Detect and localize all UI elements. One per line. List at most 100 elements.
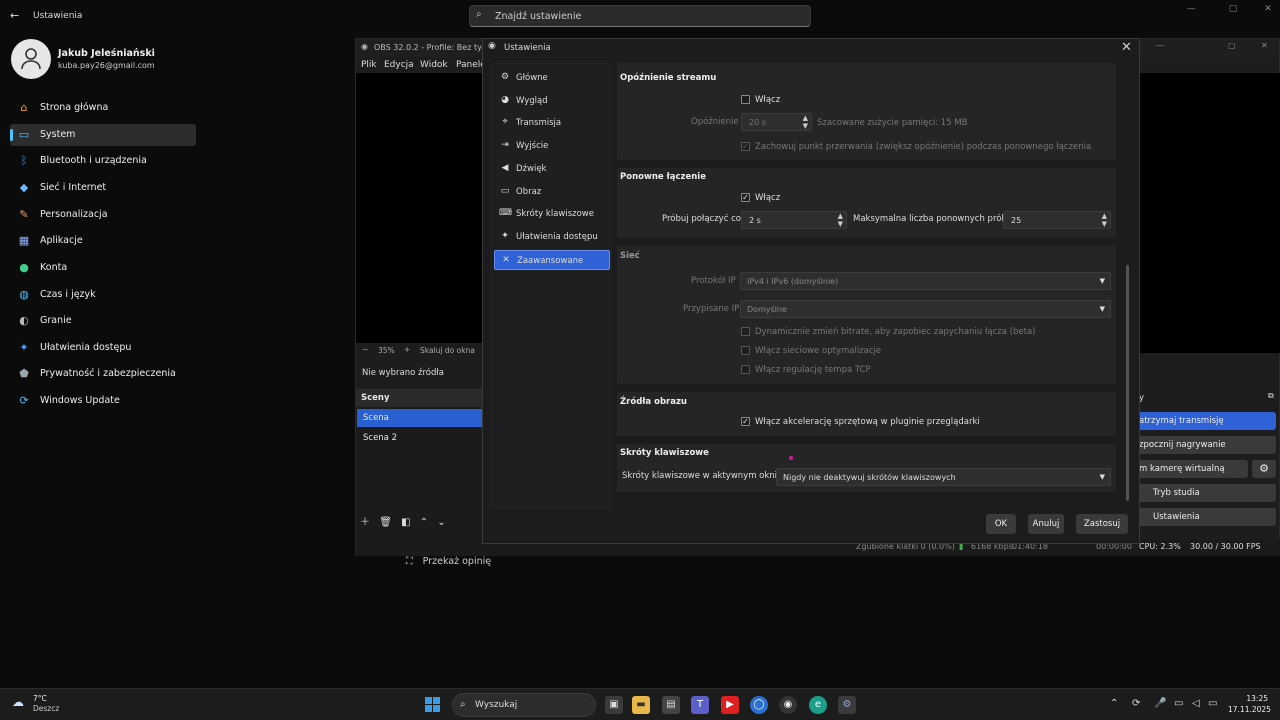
spin-arrows-icon[interactable]: ▲ ▼ bbox=[838, 212, 843, 228]
move-down-icon[interactable]: ⌄ bbox=[437, 517, 445, 528]
tcp-pacing-checkbox[interactable] bbox=[741, 365, 750, 374]
browser-icon[interactable]: ◯ bbox=[750, 696, 768, 714]
network-optimizations-checkbox[interactable] bbox=[741, 346, 750, 355]
scene-filter-icon[interactable]: ◧ bbox=[401, 517, 410, 528]
delay-spinbox[interactable]: 20 s ▲ ▼ bbox=[741, 113, 812, 131]
stream-delay-checkbox[interactable] bbox=[741, 95, 750, 104]
apply-button[interactable]: Zastosuj bbox=[1076, 514, 1128, 534]
volume-icon[interactable]: ◁ bbox=[1192, 698, 1200, 709]
minimize-icon[interactable]: — bbox=[1181, 4, 1201, 18]
virtual-camera-label: m kamerę wirtualną bbox=[1139, 464, 1225, 474]
sidebar-item-czas-i-język[interactable]: ◍ Czas i język bbox=[10, 284, 196, 306]
obs-maximize-icon[interactable]: ▢ bbox=[1228, 41, 1236, 50]
start-button[interactable] bbox=[425, 697, 441, 713]
zoom-in-button[interactable]: + bbox=[404, 345, 410, 354]
monitor-icon: ▭ bbox=[18, 128, 30, 141]
sidebar-item-granie[interactable]: ◐ Granie bbox=[10, 310, 196, 332]
feedback-link[interactable]: ⛶ Przekaż opinię bbox=[406, 556, 491, 567]
scene-label: Scena bbox=[363, 413, 389, 423]
feedback-label: Przekaż opinię bbox=[422, 556, 492, 567]
stop-streaming-button[interactable]: atrzymaj transmisję bbox=[1138, 412, 1276, 430]
spin-arrows-icon[interactable]: ▲ ▼ bbox=[1102, 212, 1107, 228]
sidebar-item-ułatwienia-dostępu[interactable]: ✦ Ułatwienia dostępu bbox=[10, 337, 196, 359]
settings-content: Opóźnienie streamu Włącz Opóźnienie 20 s… bbox=[617, 63, 1125, 509]
scene-item[interactable]: Scena bbox=[357, 409, 484, 427]
start-recording-button[interactable]: zpocznij nagrywanie bbox=[1138, 436, 1276, 454]
settings-tab-5[interactable]: ▭ Obraz bbox=[494, 182, 610, 202]
settings-tab-8[interactable]: ✕ Zaawansowane bbox=[494, 249, 610, 270]
menu-edycja[interactable]: Edycja bbox=[384, 60, 414, 70]
settings-app-icon[interactable]: ⚙ bbox=[838, 696, 856, 714]
file-explorer-icon[interactable]: ▬ bbox=[632, 696, 650, 714]
clock-time[interactable]: 13:25 bbox=[1228, 694, 1268, 703]
sidebar-item-aplikacje[interactable]: ▦ Aplikacje bbox=[10, 230, 196, 252]
dynamic-bitrate-checkbox[interactable] bbox=[741, 327, 750, 336]
sidebar-item-konta[interactable]: ● Konta bbox=[10, 257, 196, 279]
network-icon[interactable]: ▭ bbox=[1174, 698, 1183, 709]
hw-accel-checkbox[interactable]: ✓ bbox=[741, 417, 750, 426]
sidebar-item-strona-główna[interactable]: ⌂ Strona główna bbox=[10, 97, 196, 119]
hotkeys-focus-select[interactable]: Nigdy nie deaktywuj skrótów klawiszowych… bbox=[776, 468, 1111, 486]
weather-rain-icon[interactable]: ☁ bbox=[12, 695, 24, 709]
delete-scene-icon[interactable]: 🗑 bbox=[379, 517, 392, 528]
youtube-icon[interactable]: ▶ bbox=[721, 696, 739, 714]
taskbar-search[interactable]: ⌕ Wyszukaj bbox=[452, 693, 596, 717]
settings-search-input[interactable]: ⌕ Znajdź ustawienie bbox=[469, 5, 811, 27]
zoom-fit-button[interactable]: Skaluj do okna bbox=[420, 346, 475, 355]
sidebar-item-label: Sieć i Internet bbox=[40, 182, 107, 193]
avatar[interactable] bbox=[11, 39, 51, 79]
sidebar-item-windows-update[interactable]: ⟳ Windows Update bbox=[10, 390, 196, 412]
obs-minimize-icon[interactable]: — bbox=[1156, 41, 1164, 50]
task-view-icon[interactable]: ▣ bbox=[605, 696, 623, 714]
sidebar-item-system[interactable]: ▭ System bbox=[10, 124, 196, 146]
menu-plik[interactable]: Plik bbox=[361, 60, 377, 70]
virtual-camera-button[interactable]: m kamerę wirtualną bbox=[1138, 460, 1248, 478]
zoom-out-button[interactable]: − bbox=[362, 345, 368, 354]
close-icon[interactable]: ✕ bbox=[1258, 4, 1278, 18]
tray-chevron-icon[interactable]: ⌃ bbox=[1110, 698, 1118, 709]
obs-taskbar-icon[interactable]: ◉ bbox=[779, 696, 797, 714]
clock-date[interactable]: 17.11.2025 bbox=[1228, 705, 1271, 714]
preview-canvas[interactable] bbox=[356, 73, 484, 343]
retry-delay-spinbox[interactable]: 2 s ▲ ▼ bbox=[741, 211, 847, 229]
sidebar-item-prywatność-i-zabezpieczenia[interactable]: ⬟ Prywatność i zabezpieczenia bbox=[10, 363, 196, 385]
settings-tab-6[interactable]: ⌨ Skróty klawiszowe bbox=[494, 204, 610, 224]
store-icon[interactable]: ▤ bbox=[662, 696, 680, 714]
move-up-icon[interactable]: ⌃ bbox=[420, 517, 428, 528]
scrollbar[interactable] bbox=[1126, 265, 1129, 501]
spin-arrows-icon[interactable]: ▲ ▼ bbox=[803, 114, 808, 130]
settings-tab-1[interactable]: ◕ Wygląd bbox=[494, 91, 610, 111]
add-scene-icon[interactable]: ＋ bbox=[360, 517, 370, 528]
battery-icon[interactable]: ▭ bbox=[1208, 698, 1217, 709]
virtual-camera-gear-icon[interactable]: ⚙ bbox=[1252, 460, 1276, 478]
max-retries-spinbox[interactable]: 25 ▲ ▼ bbox=[1003, 211, 1111, 229]
settings-tab-4[interactable]: ◀ Dźwięk bbox=[494, 159, 610, 179]
settings-tab-2[interactable]: ⌖ Transmisja bbox=[494, 113, 610, 133]
cancel-button[interactable]: Anuluj bbox=[1028, 514, 1064, 534]
ip-family-select[interactable]: IPv4 i IPv6 (domyślnie) ▼ bbox=[740, 272, 1111, 290]
sidebar-item-personalizacja[interactable]: ✎ Personalizacja bbox=[10, 204, 196, 226]
settings-tab-0[interactable]: ⚙ Główne bbox=[494, 68, 610, 88]
maximize-icon[interactable]: ▢ bbox=[1223, 4, 1243, 18]
wrench-icon: ✕ bbox=[502, 254, 510, 265]
sidebar-item-sieć-i-internet[interactable]: ◆ Sieć i Internet bbox=[10, 177, 196, 199]
obs-close-icon[interactable]: ✕ bbox=[1261, 41, 1268, 50]
back-arrow-icon[interactable]: ← bbox=[10, 9, 19, 22]
teams-icon[interactable]: T bbox=[691, 696, 709, 714]
sidebar-item-bluetooth-i-urządzenia[interactable]: ᛒ Bluetooth i urządzenia bbox=[10, 150, 196, 172]
scene-item[interactable]: Scena 2 bbox=[357, 429, 484, 447]
tray-sync-icon[interactable]: ⟳ bbox=[1132, 698, 1140, 709]
menu-widok[interactable]: Widok bbox=[420, 60, 448, 70]
ok-button[interactable]: OK bbox=[986, 514, 1016, 534]
keep-point-checkbox[interactable]: ✓ bbox=[741, 142, 750, 151]
settings-tab-3[interactable]: ⇥ Wyjście bbox=[494, 136, 610, 156]
reconnect-checkbox[interactable]: ✓ bbox=[741, 193, 750, 202]
settings-tab-7[interactable]: ✦ Ułatwienia dostępu bbox=[494, 227, 610, 247]
microphone-icon[interactable]: 🎤 bbox=[1154, 698, 1166, 709]
studio-mode-button[interactable]: Tryb studia bbox=[1138, 484, 1276, 502]
dialog-close-icon[interactable]: ✕ bbox=[1121, 40, 1132, 55]
dock-undock-icon[interactable]: ⧉ bbox=[1268, 391, 1274, 401]
obs-settings-button[interactable]: Ustawienia bbox=[1138, 508, 1276, 526]
edge-icon[interactable]: e bbox=[809, 696, 827, 714]
bind-ip-select[interactable]: Domyślne ▼ bbox=[740, 300, 1111, 318]
